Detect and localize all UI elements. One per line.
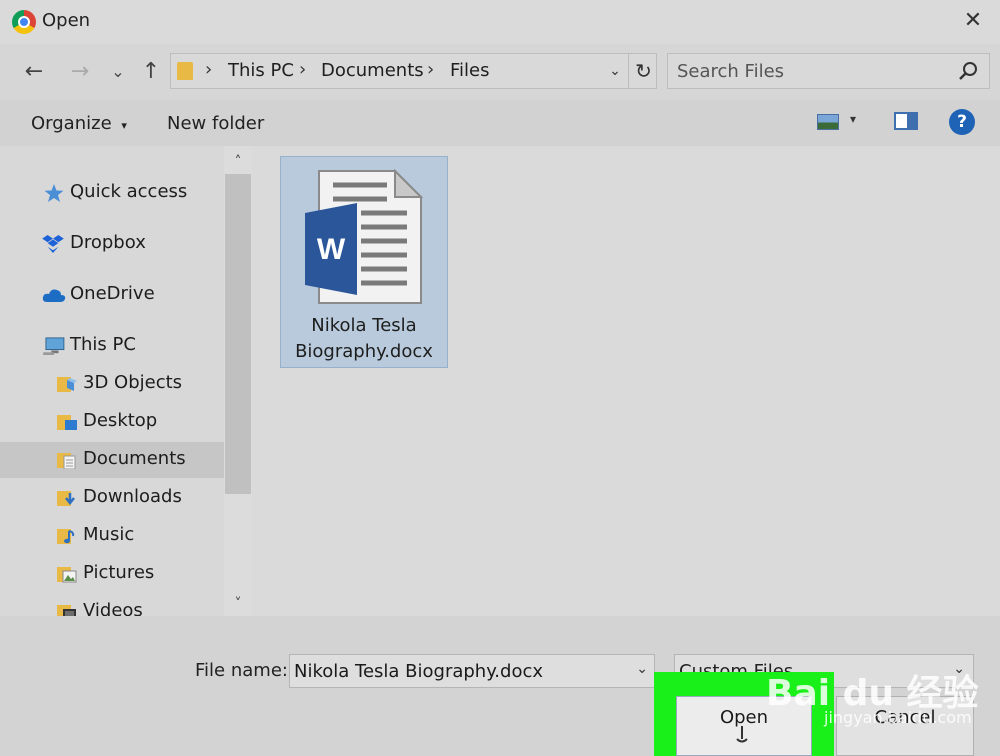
sidebar-item-label: Music	[83, 524, 135, 545]
file-item[interactable]: W Nikola Tesla Biography.docx	[280, 156, 448, 368]
sidebar-item-label: Quick access	[70, 181, 188, 202]
scroll-down-button[interactable]: ˅	[224, 592, 252, 616]
refresh-button[interactable]: ↻	[628, 54, 658, 88]
chrome-icon	[12, 10, 36, 34]
sidebar-item-music[interactable]: Music	[0, 518, 224, 554]
close-button[interactable]: ✕	[958, 6, 988, 36]
up-button[interactable]: ↑	[137, 58, 165, 86]
window-title: Open	[42, 10, 91, 31]
search-box[interactable]: Search Files	[667, 53, 990, 89]
folder-icon	[177, 62, 193, 80]
desktop-folder-icon	[57, 415, 77, 430]
sidebar-item-label: Pictures	[83, 562, 155, 583]
forward-button[interactable]: →	[66, 58, 94, 86]
cloud-icon	[42, 289, 66, 302]
preview-pane-icon[interactable]	[894, 112, 918, 130]
sidebar-item-onedrive[interactable]: OneDrive	[0, 277, 224, 313]
breadcrumb-this-pc[interactable]: This PC	[228, 60, 294, 81]
sidebar-item-label: Desktop	[83, 410, 158, 431]
chevron-down-icon[interactable]: ⌄	[953, 661, 965, 677]
dropbox-icon	[42, 235, 64, 253]
sidebar-item-desktop[interactable]: Desktop	[0, 404, 224, 440]
scrollbar-thumb[interactable]	[225, 174, 251, 494]
change-view-icon[interactable]	[817, 114, 839, 130]
search-input[interactable]: Search Files	[677, 61, 784, 82]
sidebar-scrollbar[interactable]: ˄ ˅	[224, 146, 252, 616]
file-name-field[interactable]: Nikola Tesla Biography.docx ⌄	[289, 654, 655, 688]
computer-icon	[43, 337, 65, 355]
new-folder-button[interactable]: New folder	[167, 113, 264, 134]
sidebar-item-label: OneDrive	[70, 283, 155, 304]
sidebar-item-quick-access[interactable]: Quick access	[0, 175, 224, 211]
word-document-icon: W	[305, 169, 423, 304]
svg-text:W: W	[317, 233, 346, 266]
breadcrumb-separator: ›	[427, 59, 435, 80]
cancel-button[interactable]: Cancel	[836, 696, 974, 756]
sidebar-item-label: Dropbox	[70, 232, 146, 253]
file-name-line: Nikola Tesla	[311, 315, 417, 336]
file-name-field-label: File name:	[195, 660, 288, 681]
sidebar-item-label: This PC	[70, 334, 136, 355]
navigation-pane: Quick access Dropbox OneDrive This PC 3D…	[0, 146, 252, 616]
recent-locations-button[interactable]: ⌄	[104, 58, 132, 86]
navigation-bar: ← → ⌄ ↑ › This PC › Documents › Files ⌄ …	[0, 44, 1000, 100]
sidebar-item-pictures[interactable]: Pictures	[0, 556, 224, 592]
sidebar-item-label: 3D Objects	[83, 372, 183, 393]
chevron-down-icon: ▾	[121, 119, 127, 132]
music-folder-icon	[57, 529, 75, 544]
breadcrumb-files[interactable]: Files	[450, 60, 490, 81]
cancel-button-label: Cancel	[874, 707, 936, 728]
address-dropdown-button[interactable]: ⌄	[603, 58, 627, 84]
command-toolbar: Organize ▾ New folder ▾ ?	[0, 100, 1000, 146]
organize-button[interactable]: Organize ▾	[31, 113, 127, 134]
sidebar-item-dropbox[interactable]: Dropbox	[0, 226, 224, 262]
address-bar[interactable]: › This PC › Documents › Files ⌄ ↻	[170, 53, 657, 89]
scroll-up-button[interactable]: ˄	[224, 150, 252, 174]
sidebar-item-downloads[interactable]: Downloads	[0, 480, 224, 516]
breadcrumb-separator: ›	[205, 59, 213, 80]
sidebar-item-videos[interactable]: Videos	[0, 594, 224, 616]
chevron-down-icon[interactable]: ⌄	[636, 661, 648, 677]
file-list: W Nikola Tesla Biography.docx	[252, 146, 1000, 616]
file-name-label: Nikola Tesla Biography.docx	[281, 313, 447, 365]
pictures-folder-icon	[57, 567, 77, 583]
sidebar-item-this-pc[interactable]: This PC	[0, 328, 224, 364]
open-button[interactable]: Open	[676, 696, 812, 756]
sidebar-item-label: Downloads	[83, 486, 182, 507]
breadcrumb-documents[interactable]: Documents	[321, 60, 424, 81]
documents-folder-icon	[57, 453, 76, 469]
sidebar-item-label: Videos	[83, 600, 143, 616]
sidebar-item-documents[interactable]: Documents	[0, 442, 224, 478]
organize-label: Organize	[31, 113, 112, 134]
videos-folder-icon	[57, 605, 76, 616]
sidebar-item-3d-objects[interactable]: 3D Objects	[0, 366, 224, 402]
title-bar: Open ✕	[0, 0, 1000, 44]
back-button[interactable]: ←	[20, 58, 48, 86]
view-options-dropdown[interactable]: ▾	[850, 112, 856, 126]
help-icon[interactable]: ?	[949, 109, 975, 135]
cursor-icon	[736, 726, 748, 743]
file-name-input[interactable]: Nikola Tesla Biography.docx	[294, 661, 543, 682]
breadcrumb-separator: ›	[299, 59, 307, 80]
star-icon	[44, 184, 64, 202]
file-name-line: Biography.docx	[295, 341, 433, 362]
sidebar-item-label: Documents	[83, 448, 186, 469]
downloads-folder-icon	[57, 491, 75, 506]
folder-3d-icon	[57, 377, 77, 392]
search-icon[interactable]	[957, 60, 979, 82]
